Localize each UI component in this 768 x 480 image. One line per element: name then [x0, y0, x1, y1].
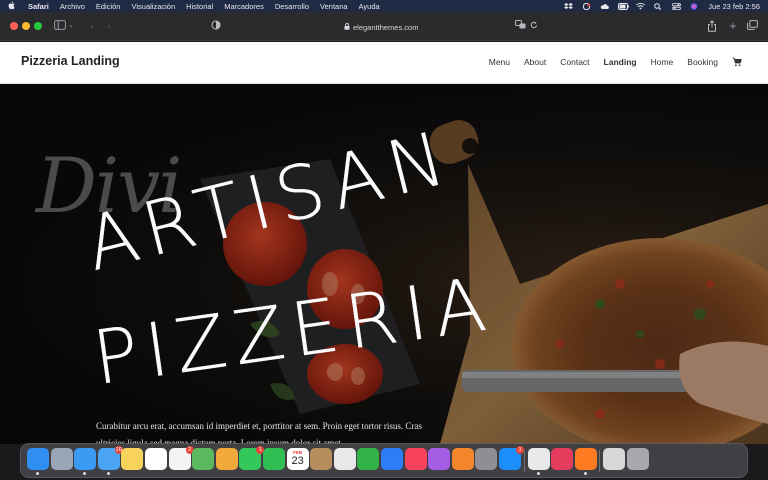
- reload-icon[interactable]: [530, 20, 538, 32]
- window-close-button[interactable]: [10, 22, 18, 30]
- numbers-icon[interactable]: [357, 448, 380, 470]
- url-text: elegantthemes.com: [353, 22, 419, 32]
- safari-toolbar: ⌄ ‹ › elegantthemes.com +: [0, 12, 768, 41]
- site-navigation: Menu About Contact Landing Home Booking: [489, 57, 742, 67]
- dock-separator: [523, 450, 525, 472]
- menu-edicion[interactable]: Edición: [96, 2, 121, 11]
- launchpad-icon[interactable]: [50, 448, 73, 470]
- menu-desarrollo[interactable]: Desarrollo: [275, 2, 309, 11]
- macos-menu-bar: Safari Archivo Edición Visualización His…: [0, 0, 768, 12]
- menu-visualizacion[interactable]: Visualización: [131, 2, 175, 11]
- nav-item-about[interactable]: About: [524, 57, 546, 67]
- photos-icon[interactable]: [215, 448, 238, 470]
- cloud-icon[interactable]: [600, 3, 610, 10]
- nav-item-home[interactable]: Home: [651, 57, 674, 67]
- notes-icon[interactable]: [121, 448, 144, 470]
- translate-icon[interactable]: [515, 20, 526, 32]
- calendar-day-label: 23: [291, 455, 304, 467]
- running-indicator-dot: [583, 472, 587, 475]
- creative-cloud-icon[interactable]: [551, 448, 574, 470]
- finder-icon[interactable]: [27, 448, 49, 475]
- scanner-icon[interactable]: [603, 448, 626, 470]
- freeform-icon[interactable]: [145, 448, 167, 470]
- hero-section: Divi ARTISAN PIZZERIA Curabitur arcu era…: [0, 84, 768, 444]
- firefox-icon[interactable]: [574, 448, 597, 475]
- calendar-icon[interactable]: FEB 23: [286, 448, 309, 470]
- hero-body-text: Curabitur arcu erat, accumsan id imperdi…: [96, 421, 422, 444]
- tab-overview-icon[interactable]: [747, 20, 758, 32]
- safari-icon[interactable]: [74, 448, 97, 475]
- contacts-icon[interactable]: [310, 448, 333, 470]
- mail-icon[interactable]: 10: [97, 446, 123, 475]
- music-icon[interactable]: [404, 448, 427, 470]
- window-minimize-button[interactable]: [22, 22, 30, 30]
- menu-marcadores[interactable]: Marcadores: [224, 2, 264, 11]
- app-store-icon[interactable]: 1: [499, 446, 524, 470]
- control-center-icon[interactable]: [672, 2, 682, 10]
- battery-icon[interactable]: [618, 2, 630, 10]
- reminders-icon[interactable]: 2: [168, 446, 194, 470]
- site-logo-title[interactable]: Pizzeria Landing: [21, 54, 120, 68]
- books-icon[interactable]: [451, 448, 474, 470]
- running-indicator-dot: [106, 472, 110, 475]
- dock-separator: [599, 450, 601, 472]
- running-indicator-dot: [536, 472, 540, 475]
- menu-bar-status-area: Jue 23 feb 2:56: [564, 0, 760, 12]
- facetime-icon[interactable]: [263, 448, 285, 470]
- running-indicator-dot: [83, 472, 87, 475]
- apple-menu-icon[interactable]: [8, 1, 18, 12]
- sidebar-toggle-icon[interactable]: [54, 20, 66, 32]
- forward-arrow-icon[interactable]: ›: [105, 20, 113, 32]
- nav-item-landing[interactable]: Landing: [604, 57, 637, 67]
- menu-app-safari[interactable]: Safari: [28, 2, 49, 11]
- wifi-icon[interactable]: [636, 2, 646, 10]
- privacy-shield-icon[interactable]: [211, 20, 221, 32]
- menu-historial[interactable]: Historial: [186, 2, 213, 11]
- nav-item-menu[interactable]: Menu: [489, 57, 510, 67]
- dropbox-icon[interactable]: [564, 2, 574, 10]
- podcasts-icon[interactable]: [428, 448, 451, 470]
- trash-icon[interactable]: [627, 448, 649, 470]
- system-settings-icon[interactable]: [475, 448, 498, 470]
- running-indicator-dot: [36, 472, 39, 475]
- address-bar[interactable]: elegantthemes.com: [344, 21, 428, 33]
- siri-icon[interactable]: [690, 2, 699, 10]
- lock-icon: [344, 22, 350, 32]
- creative-cloud-status-icon[interactable]: [582, 2, 591, 10]
- window-maximize-button[interactable]: [34, 22, 42, 30]
- menu-bar-datetime[interactable]: Jue 23 feb 2:56: [708, 2, 760, 11]
- chevron-down-icon[interactable]: ⌄: [68, 20, 74, 32]
- keynote-icon[interactable]: [333, 448, 356, 470]
- new-tab-plus-icon[interactable]: +: [728, 20, 738, 32]
- nav-item-contact[interactable]: Contact: [560, 57, 589, 67]
- menu-archivo[interactable]: Archivo: [60, 2, 85, 11]
- nav-item-booking[interactable]: Booking: [687, 57, 718, 67]
- maps-icon[interactable]: [192, 448, 215, 470]
- site-header: Pizzeria Landing Menu About Contact Land…: [0, 42, 768, 84]
- spotlight-search-icon[interactable]: [654, 2, 663, 10]
- keynote-podium-icon[interactable]: [381, 448, 403, 470]
- back-arrow-icon[interactable]: ‹: [88, 20, 96, 32]
- chrome-icon[interactable]: [527, 448, 550, 475]
- macos-dock: 10 2 1 FEB 23 1: [20, 443, 748, 478]
- messages-icon[interactable]: 1: [239, 446, 265, 470]
- menu-ventana[interactable]: Ventana: [320, 2, 348, 11]
- share-icon[interactable]: [707, 20, 717, 32]
- menu-ayuda[interactable]: Ayuda: [359, 2, 380, 11]
- shopping-cart-icon[interactable]: [732, 57, 742, 67]
